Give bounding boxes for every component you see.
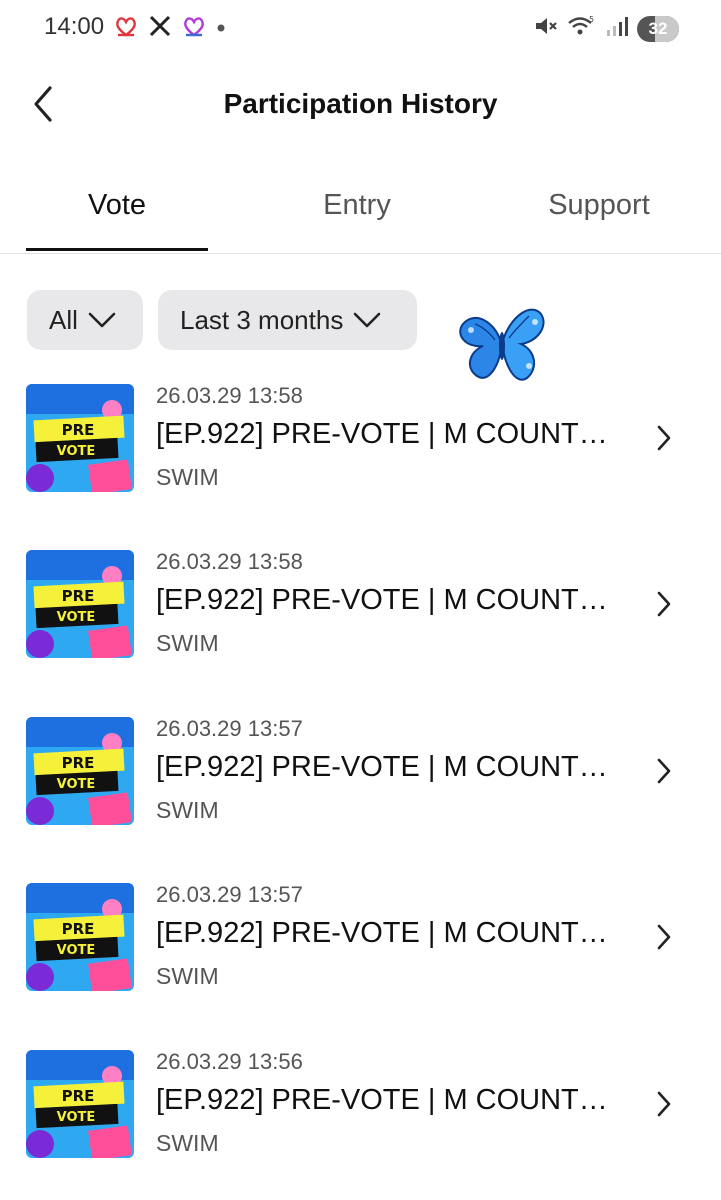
notification-icons [114, 14, 226, 43]
vote-thumbnail: PRE VOTE [26, 384, 134, 492]
vote-thumbnail: PRE VOTE [26, 717, 134, 825]
butterfly-sticker [459, 308, 545, 381]
svg-text:VOTE: VOTE [57, 943, 96, 958]
tab-support[interactable]: Support [499, 170, 699, 254]
heart-outline-purple-icon [182, 15, 206, 42]
svg-text:PRE: PRE [62, 920, 95, 938]
item-date: 26.03.29 13:56 [156, 1049, 303, 1074]
battery-indicator: 32 [637, 15, 679, 42]
chevron-right-icon [657, 425, 671, 451]
chevron-down-icon [88, 312, 116, 328]
x-logo-icon [148, 14, 172, 43]
item-date: 26.03.29 13:57 [156, 716, 303, 741]
chevron-right-icon [657, 758, 671, 784]
system-icons: 5 32 [533, 14, 679, 43]
vote-thumbnail: PRE VOTE [26, 550, 134, 658]
vote-thumbnail: PRE VOTE [26, 1050, 134, 1158]
page-title: Participation History [223, 88, 498, 119]
signal-icon [605, 14, 629, 43]
item-subtitle: SWIM [156, 464, 219, 490]
item-date: 26.03.29 13:58 [156, 549, 303, 574]
tab-bar: Vote Entry Support [0, 170, 721, 254]
page-header: Participation History [0, 70, 721, 140]
tab-entry[interactable]: Entry [257, 170, 457, 254]
item-date: 26.03.29 13:57 [156, 882, 303, 907]
item-subtitle: SWIM [156, 963, 219, 989]
dot-icon [216, 20, 226, 38]
period-filter-label: Last 3 months [180, 304, 344, 335]
item-subtitle: SWIM [156, 1130, 219, 1156]
item-title: [EP.922] PRE-VOTE | M COUNTDOWN [156, 917, 626, 949]
svg-text:PRE: PRE [62, 754, 95, 772]
list-item[interactable]: PRE VOTE 26.03.29 13:57 [EP.922] PRE-VOT… [0, 879, 721, 991]
chevron-right-icon [657, 924, 671, 950]
svg-text:VOTE: VOTE [57, 444, 96, 459]
vote-thumbnail: PRE VOTE [26, 883, 134, 991]
mute-icon [533, 14, 559, 43]
status-bar: 14:00 5 32 [0, 0, 721, 56]
status-time: 14:00 [44, 13, 105, 40]
item-title: [EP.922] PRE-VOTE | M COUNTDOWN [156, 751, 626, 783]
list-item[interactable]: PRE VOTE 26.03.29 13:58 [EP.922] PRE-VOT… [0, 546, 721, 658]
svg-text:PRE: PRE [62, 421, 95, 439]
tab-vote[interactable]: Vote [17, 170, 217, 254]
list-item[interactable]: PRE VOTE 26.03.29 13:56 [EP.922] PRE-VOT… [0, 1046, 721, 1158]
svg-text:PRE: PRE [62, 587, 95, 605]
item-date: 26.03.29 13:58 [156, 383, 303, 408]
item-subtitle: SWIM [156, 630, 219, 656]
svg-text:VOTE: VOTE [57, 1110, 96, 1125]
item-title: [EP.922] PRE-VOTE | M COUNTDOWN [156, 1084, 626, 1116]
item-title: [EP.922] PRE-VOTE | M COUNTDOWN [156, 418, 626, 450]
list-item[interactable]: PRE VOTE 26.03.29 13:57 [EP.922] PRE-VOT… [0, 713, 721, 825]
chevron-right-icon [657, 1091, 671, 1117]
list-item[interactable]: PRE VOTE 26.03.29 13:58 [EP.922] PRE-VOT… [0, 380, 721, 492]
svg-text:VOTE: VOTE [57, 610, 96, 625]
svg-text:VOTE: VOTE [57, 777, 96, 792]
svg-text:5: 5 [589, 15, 594, 24]
svg-text:PRE: PRE [62, 1087, 95, 1105]
chevron-down-icon [354, 312, 381, 328]
chevron-right-icon [657, 591, 671, 617]
heart-outline-red-icon [114, 15, 138, 42]
item-title: [EP.922] PRE-VOTE | M COUNTDOWN [156, 584, 626, 616]
type-filter-label: All [49, 304, 78, 335]
item-subtitle: SWIM [156, 797, 219, 823]
wifi-icon: 5 [567, 14, 597, 43]
period-filter-dropdown[interactable]: Last 3 months [158, 290, 417, 350]
type-filter-dropdown[interactable]: All [27, 290, 143, 350]
active-tab-indicator [26, 248, 208, 251]
